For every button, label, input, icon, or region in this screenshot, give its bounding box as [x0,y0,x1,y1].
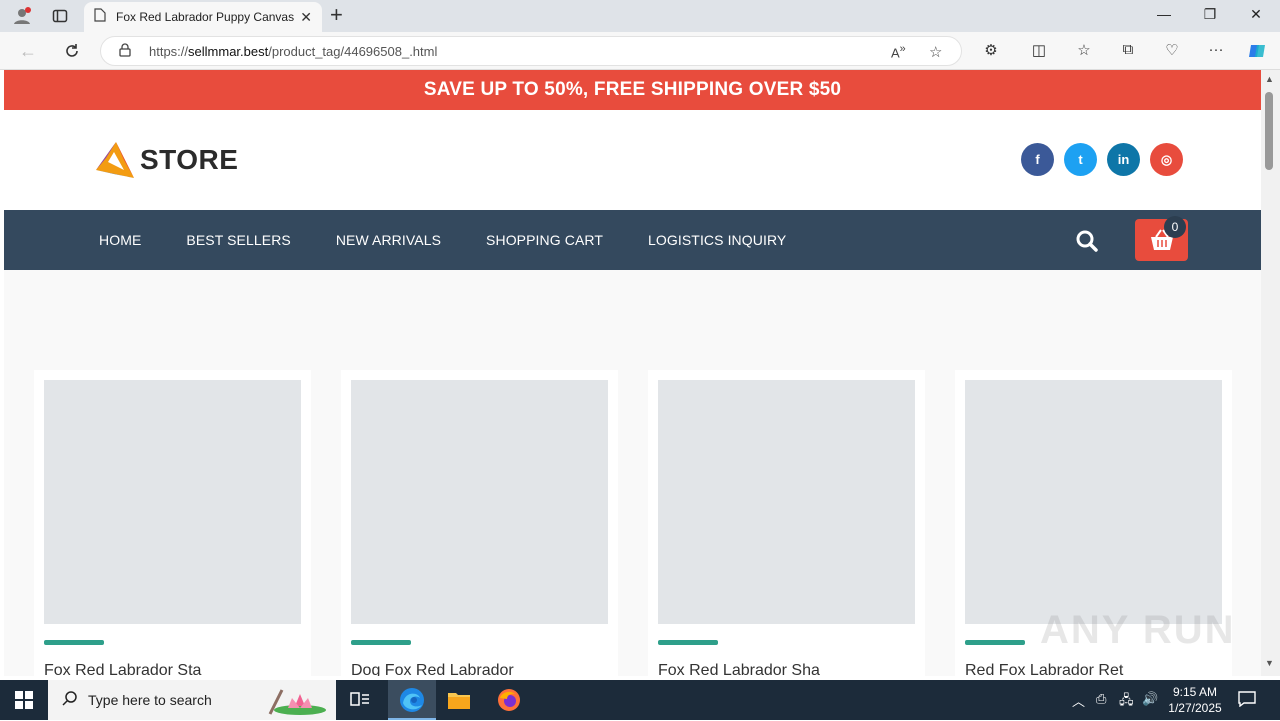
product-card[interactable]: Fox Red Labrador Sta [34,370,311,676]
windows-logo-icon [15,691,33,709]
main-navigation: HOME BEST SELLERS NEW ARRIVALS SHOPPING … [4,210,1261,270]
windows-taskbar: Type here to search ︿ ⎙ 🖧 🔊 9:15 AM 1/27… [0,680,1280,720]
lotus-decoration-icon [264,686,328,721]
search-placeholder: Type here to search [88,692,212,708]
rating-bar [965,640,1025,645]
cart-count-badge: 0 [1164,216,1186,238]
product-title[interactable]: Red Fox Labrador Ret [965,662,1222,676]
product-image[interactable] [965,380,1222,624]
firefox-icon[interactable] [496,688,522,712]
clock-date: 1/27/2025 [1168,701,1222,715]
extensions-icon[interactable]: ⚙ [980,41,1002,59]
network-icon[interactable]: 🖧 [1119,691,1134,713]
nav-shopping-cart[interactable]: SHOPPING CART [486,232,603,248]
product-title[interactable]: Fox Red Labrador Sta [44,662,301,676]
nav-home[interactable]: HOME [99,232,141,248]
tab-title: Fox Red Labrador Puppy Canvas [116,10,295,24]
site-header: STORE f t in ◎ [4,110,1261,210]
edge-taskbar-button[interactable] [388,680,436,720]
file-explorer-icon[interactable] [446,688,472,712]
notifications-icon[interactable] [1238,691,1256,710]
tray-overflow-icon[interactable]: ︿ [1072,691,1085,710]
scroll-thumb[interactable] [1265,92,1273,170]
facebook-icon[interactable]: f [1021,143,1054,176]
promo-text: SAVE UP TO 50%, FREE SHIPPING OVER $50 [423,79,842,100]
product-title[interactable]: Fox Red Labrador Sha [658,662,915,676]
browser-essentials-icon[interactable]: ♡ [1161,41,1183,59]
volume-icon[interactable]: 🔊 [1142,691,1158,707]
meet-now-icon[interactable]: ⎙ [1096,691,1106,707]
web-page: SAVE UP TO 50%, FREE SHIPPING OVER $50 S… [4,70,1261,676]
logo-mark-icon [96,142,134,178]
nav-logistics-inquiry[interactable]: LOGISTICS INQUIRY [648,232,786,248]
linkedin-icon[interactable]: in [1107,143,1140,176]
start-button[interactable] [0,680,48,720]
logo-text: STORE [140,144,239,175]
search-icon [62,690,78,711]
anyrun-watermark: ANY RUN [1040,608,1236,652]
refresh-button[interactable] [61,40,83,62]
product-image[interactable] [351,380,608,624]
social-links: f t in ◎ [1021,143,1183,176]
rating-bar [351,640,411,645]
address-toolbar: ← https://sellmmar.best/product_tag/4469… [0,32,1280,70]
search-icon[interactable] [1074,228,1100,254]
promo-banner: SAVE UP TO 50%, FREE SHIPPING OVER $50 [4,70,1261,110]
split-screen-icon[interactable]: ◫ [1028,41,1050,59]
nav-new-arrivals[interactable]: NEW ARRIVALS [336,232,441,248]
url-text: https://sellmmar.best/product_tag/446965… [149,44,438,59]
product-title[interactable]: Dog Fox Red Labrador [351,662,608,676]
rating-bar [658,640,718,645]
close-tab-icon[interactable]: ✕ [300,9,312,26]
browser-tab[interactable]: Fox Red Labrador Puppy Canvas ✕ [84,2,322,32]
scroll-up-icon[interactable]: ▲ [1265,74,1274,84]
taskbar-search[interactable]: Type here to search [48,680,336,720]
profile-icon[interactable] [12,6,32,26]
favorite-star-icon[interactable]: ☆ [929,43,942,61]
read-aloud-icon[interactable]: A» [891,43,906,60]
clock-time: 9:15 AM [1172,685,1218,699]
browser-tab-bar: Fox Red Labrador Puppy Canvas ✕ + — ❐ ✕ [0,0,1280,32]
more-menu-icon[interactable]: ··· [1205,41,1227,58]
close-window-button[interactable]: ✕ [1246,6,1266,23]
back-button[interactable]: ← [17,40,39,62]
tab-actions-icon[interactable] [50,6,70,26]
edge-icon [399,687,425,718]
copilot-icon[interactable] [1246,41,1268,65]
scroll-down-icon[interactable]: ▼ [1265,658,1274,668]
collections-icon[interactable]: ⧉ [1117,41,1139,58]
system-clock[interactable]: 9:15 AM 1/27/2025 [1166,684,1224,716]
page-scrollbar[interactable]: ▲ ▼ [1261,70,1280,676]
product-image[interactable] [658,380,915,624]
store-logo[interactable]: STORE [94,140,238,180]
instagram-icon[interactable]: ◎ [1150,143,1183,176]
lock-icon[interactable] [119,43,131,61]
nav-best-sellers[interactable]: BEST SELLERS [186,232,290,248]
page-icon [94,7,106,27]
restore-button[interactable]: ❐ [1200,6,1220,23]
new-tab-button[interactable]: + [330,4,343,26]
product-card[interactable]: Fox Red Labrador Sha [648,370,925,676]
favorites-icon[interactable]: ☆ [1073,41,1095,59]
url-bar[interactable]: https://sellmmar.best/product_tag/446965… [100,36,962,66]
task-view-icon[interactable] [347,688,373,712]
minimize-button[interactable]: — [1154,6,1174,22]
twitter-icon[interactable]: t [1064,143,1097,176]
rating-bar [44,640,104,645]
product-card[interactable]: Dog Fox Red Labrador [341,370,618,676]
cart-button[interactable]: 0 [1135,216,1188,261]
product-image[interactable] [44,380,301,624]
